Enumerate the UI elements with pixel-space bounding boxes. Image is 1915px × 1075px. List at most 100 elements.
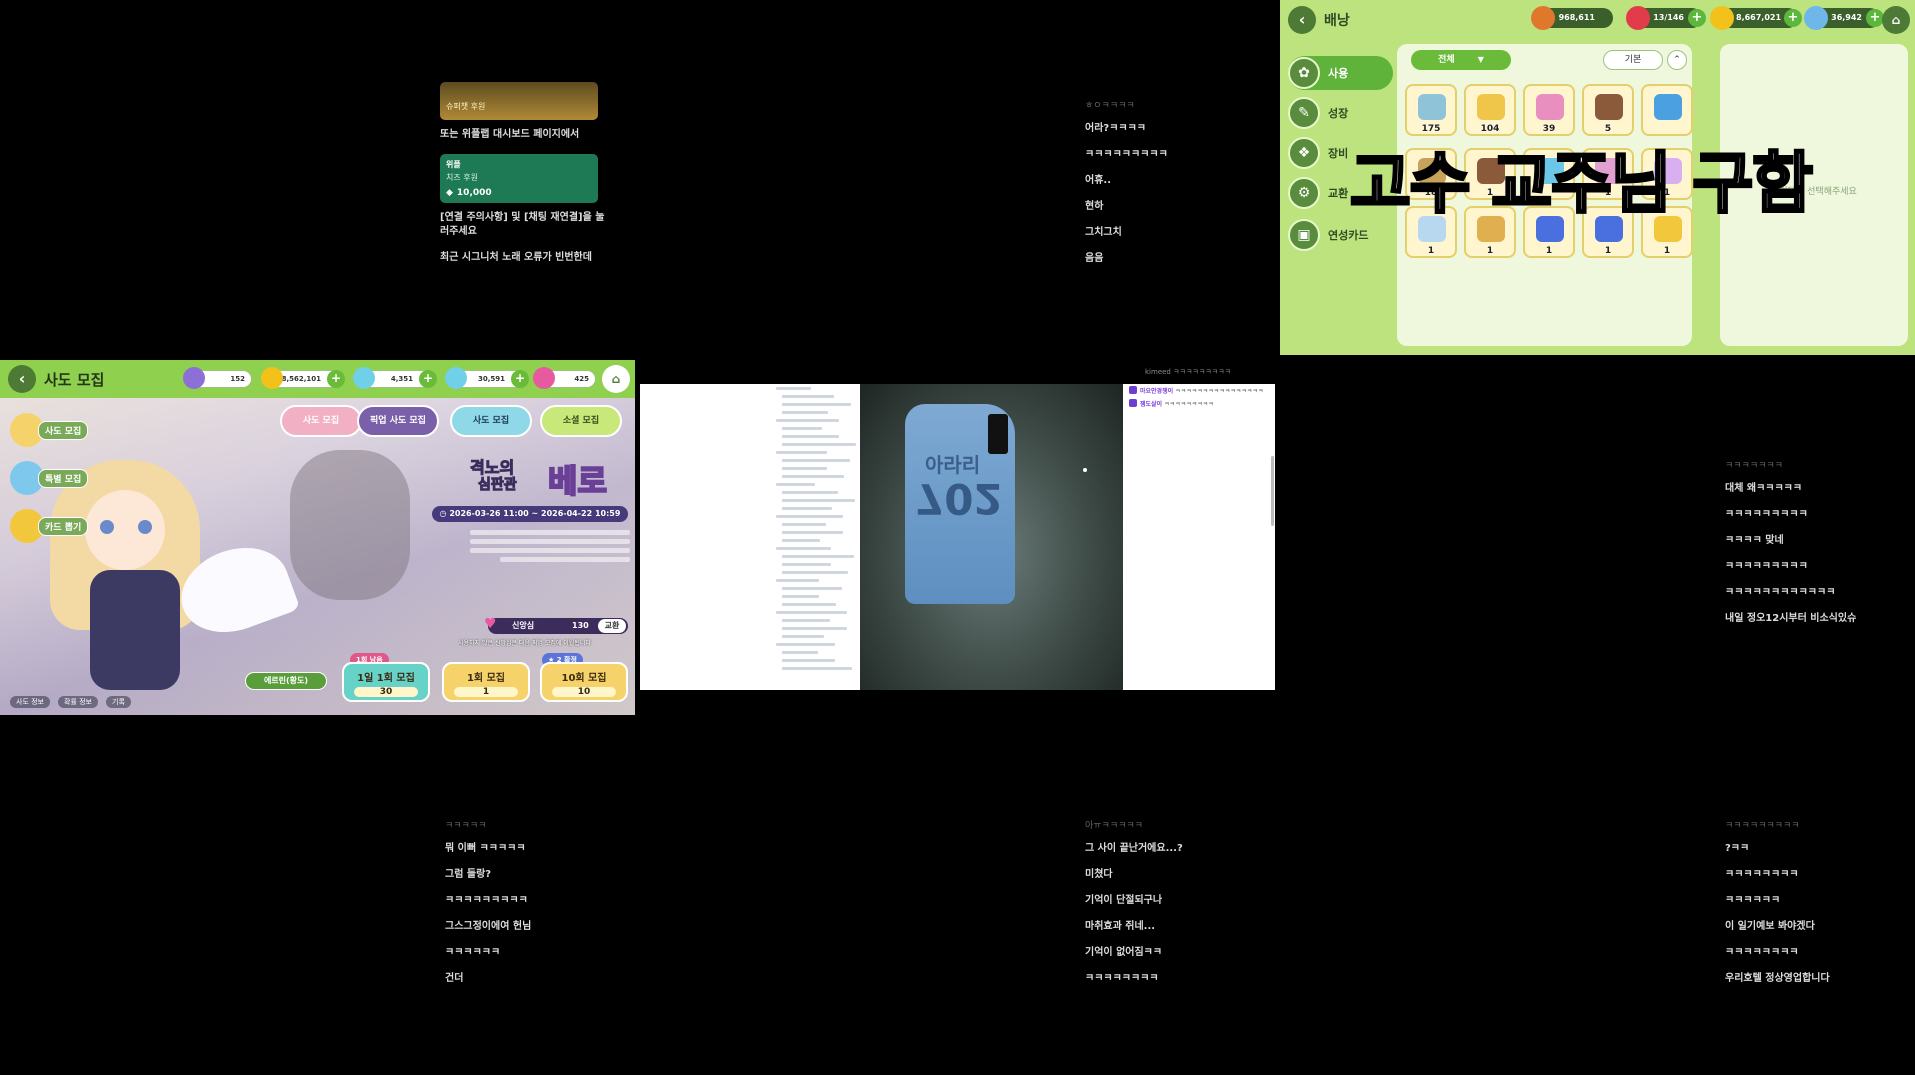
tree-row[interactable] <box>776 408 856 416</box>
ticket-icon <box>533 367 555 389</box>
tree-row[interactable] <box>776 544 856 552</box>
feather-icon <box>183 367 205 389</box>
tree-row[interactable] <box>776 536 856 544</box>
add-stamina-button[interactable]: + <box>1688 9 1706 27</box>
link-label: 기록 <box>112 698 125 706</box>
item-slot[interactable]: 39 <box>1523 84 1575 136</box>
chat-message: 마취효과 쥐네... <box>1085 921 1156 932</box>
tab-recruit[interactable]: 사도 모집 <box>280 405 362 437</box>
tree-row[interactable] <box>776 384 856 392</box>
filter-dropdown[interactable]: 전체 ▼ <box>1411 50 1511 70</box>
chat-message: 미쳤다 <box>1085 869 1113 880</box>
tree-row[interactable] <box>776 400 856 408</box>
banner-name: 베로 <box>547 461 608 501</box>
tree-row[interactable] <box>776 416 856 424</box>
home-button[interactable]: ⌂ <box>1882 6 1910 34</box>
side-chat-panel: 마요안경쟁이 ㅋㅋㅋㅋㅋㅋㅋㅋㅋㅋㅋㅋㅋㅋㅋㅋ 잼도살이 ㅋㅋㅋㅋㅋㅋㅋㅋㅋ <box>1123 384 1275 690</box>
tree-row[interactable] <box>776 592 856 600</box>
tree-row[interactable] <box>776 440 856 448</box>
tree-row[interactable] <box>776 432 856 440</box>
item-count: 1 <box>1427 246 1435 256</box>
tree-row[interactable] <box>776 600 856 608</box>
tab-use[interactable]: ✿ 사용 <box>1288 56 1393 90</box>
back-button[interactable]: ‹ <box>1288 6 1316 34</box>
chat-message: 우리호텔 정상영업합니다 <box>1725 973 1830 984</box>
collapse-button[interactable]: ⌃ <box>1667 50 1687 70</box>
donation-card-superchat: 슈퍼챗 후원 <box>440 82 598 120</box>
sort-label: 기본 <box>1624 55 1642 65</box>
tree-row[interactable] <box>776 568 856 576</box>
tree-row[interactable] <box>776 392 856 400</box>
tree-row[interactable] <box>776 496 856 504</box>
tree-row[interactable] <box>776 424 856 432</box>
tree-row[interactable] <box>776 464 856 472</box>
add-coins-button[interactable]: + <box>1784 9 1802 27</box>
exchange-button[interactable]: 교환 <box>598 619 626 633</box>
tree-row[interactable] <box>776 624 856 632</box>
chat-message: ?ㅋㅋ <box>1725 843 1750 854</box>
inventory-topbar: ‹ 배낭 968,611 13/146 + 8,667,021 + 36,942… <box>1280 0 1915 40</box>
item-slot[interactable]: 175 <box>1405 84 1457 136</box>
tab-growth[interactable]: ✎ 성장 <box>1288 96 1398 130</box>
chat-message: ㅋㅋㅋㅋㅋㅋㅋㅋ <box>1725 947 1799 958</box>
add-friendship-button[interactable]: + <box>511 370 529 388</box>
sort-button[interactable]: 기본 <box>1603 50 1663 70</box>
chat-message: ㅋㅋㅋㅋㅋㅋ <box>445 947 501 958</box>
daily-recruit-button[interactable]: 1일 1회 모집 30 <box>342 662 430 702</box>
item-slot[interactable]: 5 <box>1582 84 1634 136</box>
tree-row[interactable] <box>776 616 856 624</box>
tree-row[interactable] <box>776 480 856 488</box>
tree-row[interactable] <box>776 664 856 672</box>
tree-row[interactable] <box>776 488 856 496</box>
back-button[interactable]: ‹ <box>8 365 36 393</box>
stat-value: 152 <box>230 375 245 383</box>
tab-pickup-recruit[interactable]: 픽업 사도 모집 <box>357 405 439 437</box>
tree-row[interactable] <box>776 456 856 464</box>
add-efficiency-button[interactable]: + <box>419 370 437 388</box>
chevron-up-icon: ⌃ <box>1673 55 1681 65</box>
tree-row[interactable] <box>776 632 856 640</box>
character-info-link[interactable]: 사도 정보 <box>10 696 50 708</box>
item-slot[interactable]: 104 <box>1464 84 1516 136</box>
scrollbar[interactable] <box>1271 456 1274 526</box>
button-cost: 10 <box>552 687 616 697</box>
link-label: 확률 정보 <box>64 698 92 706</box>
recruit-header: ‹ 사도 모집 152 8,562,101 + 4,351 + 30,591 +… <box>0 360 635 398</box>
home-button[interactable]: ⌂ <box>602 365 630 393</box>
tree-row[interactable] <box>776 504 856 512</box>
faith-note: 사용하지 않은 신앙심은 다음 픽업 모집에 이월됩니다 <box>458 640 591 647</box>
chat-column-mid-right: ㅋㅋㅋㅋㅋㅋㅋ 대체 왜ㅋㅋㅋㅋㅋ ㅋㅋㅋㅋㅋㅋㅋㅋㅋ ㅋㅋㅋㅋ 맞네 ㅋㅋㅋㅋ… <box>1725 458 1895 638</box>
side-special-recruit[interactable]: 특별 모집 <box>10 460 105 496</box>
link-label: 사도 정보 <box>16 698 44 706</box>
tree-row[interactable] <box>776 520 856 528</box>
character-shadow <box>290 450 410 600</box>
tree-row[interactable] <box>776 448 856 456</box>
tree-row[interactable] <box>776 640 856 648</box>
tree-row[interactable] <box>776 608 856 616</box>
tab-label: 교환 <box>1328 187 1349 200</box>
donor-name: 위플 <box>446 160 461 169</box>
tree-row[interactable] <box>776 528 856 536</box>
side-card-draw[interactable]: 카드 뽑기 <box>10 508 105 544</box>
tree-row[interactable] <box>776 656 856 664</box>
probability-info-link[interactable]: 확률 정보 <box>58 696 98 708</box>
add-coins-button[interactable]: + <box>327 370 345 388</box>
faith-heart-icon: ♥ <box>484 616 497 632</box>
tree-row[interactable] <box>776 472 856 480</box>
tree-row[interactable] <box>776 512 856 520</box>
tree-row[interactable] <box>776 584 856 592</box>
ten-recruit-button[interactable]: 10회 모집 10 <box>540 662 628 702</box>
single-recruit-button[interactable]: 1회 모집 1 <box>442 662 530 702</box>
tree-row[interactable] <box>776 648 856 656</box>
item-slot[interactable] <box>1641 84 1693 136</box>
chat-message: 어라?ㅋㅋㅋㅋ <box>1085 123 1147 134</box>
tree-row[interactable] <box>776 576 856 584</box>
history-link[interactable]: 기록 <box>106 696 131 708</box>
tree-row[interactable] <box>776 560 856 568</box>
tree-row[interactable] <box>776 552 856 560</box>
tab-recruit-main[interactable]: 사도 모집 <box>450 405 532 437</box>
character-name-badge[interactable]: 에르린(황도) <box>245 672 327 690</box>
side-recruit[interactable]: 사도 모집 <box>10 412 105 448</box>
tab-social-recruit[interactable]: 소셜 모집 <box>540 405 622 437</box>
chat-message: 대체 왜ㅋㅋㅋㅋㅋ <box>1725 483 1803 494</box>
